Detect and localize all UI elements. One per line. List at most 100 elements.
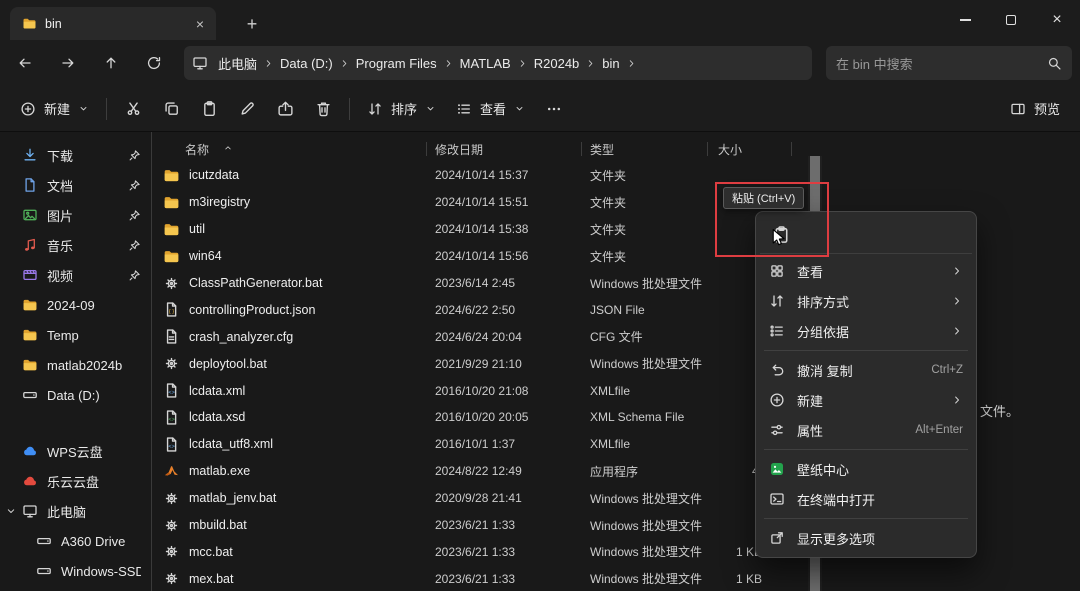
chevron-down-icon[interactable]: [5, 505, 17, 517]
sidebar-item[interactable]: 2024-09: [4, 290, 147, 320]
sidebar-item[interactable]: matlab2024b: [4, 350, 147, 380]
breadcrumb-item[interactable]: Data (D:): [274, 53, 339, 74]
file-row[interactable]: <> lcdata_utf8.xml 2016/10/1 1:37 XMLfile: [153, 431, 808, 458]
view-button[interactable]: 查看: [446, 92, 535, 126]
toolbar-divider: [106, 97, 108, 120]
file-row[interactable]: win64 2024/10/14 15:56 文件夹: [153, 243, 808, 270]
file-type: XMLfile: [590, 437, 631, 452]
file-row[interactable]: mcc.bat 2023/6/21 1:33 Windows 批处理文件 1 KB: [153, 538, 808, 565]
back-button[interactable]: [8, 46, 42, 80]
chevron-right-icon[interactable]: [263, 58, 274, 69]
search-icon[interactable]: [1047, 56, 1062, 71]
maximize-icon: [1006, 15, 1016, 25]
sidebar-item[interactable]: WPS云盘: [4, 436, 147, 466]
new-tab-button[interactable]: +: [238, 11, 266, 37]
file-type: 文件夹: [590, 222, 627, 237]
share-button[interactable]: [266, 92, 304, 126]
file-row[interactable]: mex.bat 2023/6/21 1:33 Windows 批处理文件 1 KB: [153, 565, 808, 591]
file-row[interactable]: { } controllingProduct.json 2024/6/22 2:50…: [153, 296, 808, 323]
menu-item[interactable]: 分组依据: [760, 316, 972, 346]
menu-item[interactable]: 属性 Alt+Enter: [760, 415, 972, 445]
close-button[interactable]: ×: [1034, 0, 1080, 40]
up-button[interactable]: [94, 46, 128, 80]
file-date: 2021/9/29 21:10: [435, 356, 522, 371]
menu-divider: [764, 518, 968, 519]
sidebar-item[interactable]: 此电脑: [4, 496, 147, 526]
menu-item[interactable]: 显示更多选项: [760, 523, 972, 553]
menu-item[interactable]: 在终端中打开: [760, 484, 972, 514]
file-row[interactable]: matlab_jenv.bat 2020/9/28 21:41 Windows 批处…: [153, 485, 808, 512]
sidebar-item[interactable]: 下载: [4, 140, 147, 170]
menu-item[interactable]: 壁纸中心: [760, 454, 972, 484]
redcloud-icon: [22, 473, 38, 489]
maximize-button[interactable]: [988, 0, 1034, 40]
column-header[interactable]: 大小: [708, 138, 792, 160]
preview-button[interactable]: 预览: [1000, 92, 1070, 126]
paste-button[interactable]: [190, 92, 228, 126]
refresh-icon: [146, 55, 162, 71]
plus-circle-icon: [20, 101, 36, 117]
file-row[interactable]: <> lcdata.xsd 2016/10/20 20:05 XML Schema F…: [153, 404, 808, 431]
sidebar-item[interactable]: 图片: [4, 200, 147, 230]
sidebar-item[interactable]: 视频: [4, 260, 147, 290]
file-row[interactable]: crash_analyzer.cfg 2024/6/24 20:04 CFG 文件: [153, 323, 808, 350]
file-row[interactable]: util 2024/10/14 15:38 文件夹: [153, 216, 808, 243]
file-row[interactable]: deploytool.bat 2021/9/29 21:10 Windows 批处理…: [153, 350, 808, 377]
menu-item[interactable]: 撤消 复制 Ctrl+Z: [760, 355, 972, 385]
sort-ascending-icon: [223, 143, 233, 153]
forward-button[interactable]: [51, 46, 85, 80]
column-header[interactable]: 修改日期: [427, 138, 582, 160]
menu-item[interactable]: 查看: [760, 256, 972, 286]
file-name: m3iregistry: [189, 195, 251, 210]
address-bar[interactable]: 此电脑 Data (D:) Program Files MATLAB R2024b bin: [184, 46, 812, 80]
sort-button[interactable]: 排序: [357, 92, 446, 126]
menu-item[interactable]: 新建: [760, 385, 972, 415]
sidebar-item[interactable]: 文档: [4, 170, 147, 200]
tab-bin[interactable]: bin ×: [10, 7, 216, 40]
chevron-right-icon[interactable]: [585, 58, 596, 69]
file-name: mcc.bat: [189, 544, 233, 559]
sidebar-item[interactable]: Windows-SSD: [4, 556, 147, 586]
file-row[interactable]: <> lcdata.xml 2016/10/20 21:08 XMLfile: [153, 377, 808, 404]
breadcrumb-item[interactable]: Program Files: [350, 53, 443, 74]
minimize-button[interactable]: [942, 0, 988, 40]
breadcrumb-item[interactable]: bin: [596, 53, 625, 74]
breadcrumb-item[interactable]: R2024b: [528, 53, 586, 74]
context-menu: 查看 排序方式 分组依据撤消 复制 Ctrl+Z 新建 属性 Alt+Enter 壁纸中心 在终…: [755, 211, 977, 558]
tab-close-icon[interactable]: ×: [190, 14, 210, 34]
chevron-right-icon[interactable]: [443, 58, 454, 69]
cut-button[interactable]: [114, 92, 152, 126]
menu-item[interactable]: 排序方式: [760, 286, 972, 316]
file-row[interactable]: icutzdata 2024/10/14 15:37 文件夹: [153, 162, 808, 189]
file-row[interactable]: mbuild.bat 2023/6/21 1:33 Windows 批处理文件: [153, 512, 808, 539]
chevron-right-icon[interactable]: [626, 58, 637, 69]
sidebar-item[interactable]: Temp: [4, 320, 147, 350]
wallpaper-icon: [769, 461, 785, 477]
rename-button[interactable]: [228, 92, 266, 126]
refresh-button[interactable]: [137, 46, 171, 80]
toolbar-divider: [349, 97, 351, 120]
file-row[interactable]: m3iregistry 2024/10/14 15:51 文件夹: [153, 189, 808, 216]
file-name: matlab_jenv.bat: [189, 491, 277, 506]
file-row[interactable]: matlab.exe2024/8/22 12:49应用程序4,: [153, 458, 808, 485]
up-icon: [103, 55, 119, 71]
breadcrumb-item[interactable]: MATLAB: [454, 53, 517, 74]
file-row[interactable]: ClassPathGenerator.bat 2023/6/14 2:45 Wind…: [153, 270, 808, 297]
file-type: CFG 文件: [590, 330, 643, 345]
more-button[interactable]: [535, 92, 573, 126]
chevron-right-icon[interactable]: [339, 58, 350, 69]
wpscloud-icon: [22, 443, 38, 459]
copy-button[interactable]: [152, 92, 190, 126]
chevron-right-icon[interactable]: [517, 58, 528, 69]
delete-button[interactable]: [304, 92, 342, 126]
sidebar-item[interactable]: 乐云云盘: [4, 466, 147, 496]
pin-icon: [128, 269, 141, 282]
column-header[interactable]: 类型: [582, 138, 708, 160]
breadcrumb-item[interactable]: 此电脑: [212, 51, 263, 76]
sidebar-item[interactable]: Data (D:): [4, 380, 147, 410]
column-header[interactable]: 名称: [153, 138, 427, 160]
search-box[interactable]: 在 bin 中搜索: [826, 46, 1072, 80]
new-button[interactable]: 新建: [10, 92, 99, 126]
sidebar-item[interactable]: 音乐: [4, 230, 147, 260]
sidebar-item[interactable]: A360 Drive: [4, 526, 147, 556]
